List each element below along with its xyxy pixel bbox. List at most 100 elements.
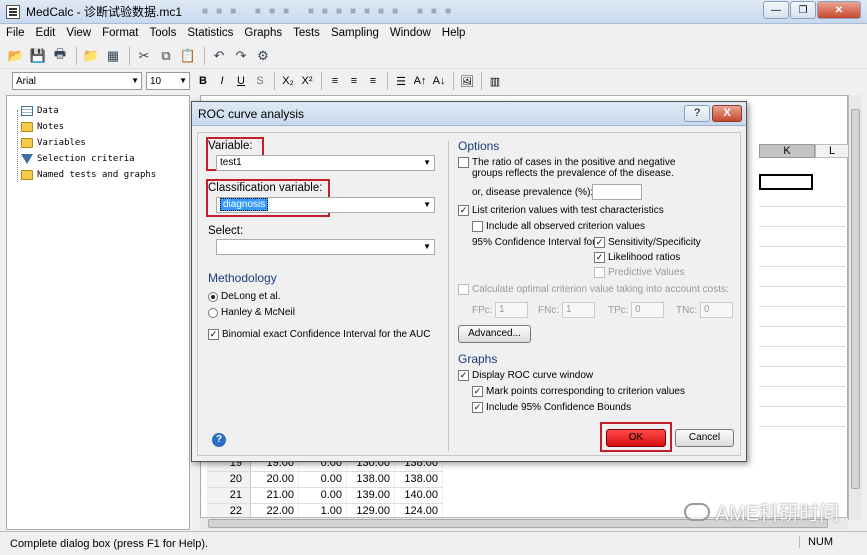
include-bounds-checkbox[interactable]: ✓ Include 95% Confidence Bounds [472, 402, 631, 413]
dialog-close-button[interactable]: X [712, 105, 742, 122]
paste-icon[interactable]: 📋 [178, 46, 198, 66]
settings-icon[interactable]: ⚙ [253, 46, 273, 66]
menu-tools[interactable]: Tools [150, 27, 177, 39]
vertical-scrollbar[interactable] [848, 95, 862, 520]
status-text: Complete dialog box (press F1 for Help). [10, 537, 209, 550]
tpc-input[interactable]: 0 [631, 302, 664, 318]
likelihood-ratios-checkbox[interactable]: ✓ Likelihood ratios [594, 252, 680, 263]
scrollbar-thumb[interactable] [851, 109, 860, 489]
window-title: MedCalc - 诊断试验数据.mc1 [26, 5, 183, 19]
menu-file[interactable]: File [6, 27, 25, 39]
cell[interactable]: 138.00 [395, 472, 443, 487]
column-header-l[interactable]: L [815, 144, 849, 158]
tnc-label: TNc: [676, 305, 698, 316]
display-roc-checkbox[interactable]: ✓ Display ROC curve window [458, 370, 593, 381]
redo-icon[interactable]: ↷ [231, 46, 251, 66]
toolbar-separator [453, 72, 454, 90]
advanced-button[interactable]: Advanced... [458, 325, 531, 343]
italic-button[interactable]: I [213, 72, 231, 90]
shrink-font-button[interactable]: A↓ [430, 72, 448, 90]
superscript-button[interactable]: X² [298, 72, 316, 90]
close-window-button[interactable]: ✕ [817, 1, 861, 19]
maximize-button[interactable]: ❐ [790, 1, 816, 19]
strikethrough-button[interactable]: S [251, 72, 269, 90]
undo-icon[interactable]: ↶ [209, 46, 229, 66]
row-number[interactable]: 21 [207, 488, 251, 503]
cut-icon[interactable]: ✂ [134, 46, 154, 66]
prevalence-ratio-checkbox[interactable]: The ratio of cases in the positive and n… [458, 157, 675, 179]
mark-points-checkbox[interactable]: ✓ Mark points corresponding to criterion… [472, 386, 685, 397]
bold-button[interactable]: B [194, 72, 212, 90]
align-left-icon[interactable]: ≡ [326, 72, 344, 90]
cell[interactable]: 0.00 [299, 472, 347, 487]
align-right-icon[interactable]: ≡ [364, 72, 382, 90]
optimal-criterion-checkbox[interactable]: Calculate optimal criterion value taking… [458, 284, 729, 295]
binomial-ci-checkbox[interactable]: ✓ Binomial exact Confidence Interval for… [208, 329, 430, 340]
save-icon[interactable]: 💾 [28, 46, 48, 66]
cell[interactable]: 21.00 [251, 488, 299, 503]
method-hanley-radio[interactable]: Hanley & McNeil [208, 307, 295, 318]
fnc-input[interactable]: 1 [562, 302, 595, 318]
tnc-input[interactable]: 0 [700, 302, 733, 318]
tree-item-label: Variables [37, 138, 86, 148]
predictive-values-checkbox[interactable]: Predictive Values [594, 267, 685, 278]
chart-icon[interactable]: ▥ [486, 72, 504, 90]
cell[interactable]: 140.00 [395, 488, 443, 503]
menu-format[interactable]: Format [102, 27, 138, 39]
menu-graphs[interactable]: Graphs [244, 27, 282, 39]
open-folder-icon[interactable]: 📂 [6, 46, 26, 66]
cancel-button[interactable]: Cancel [675, 429, 734, 447]
prevalence-input[interactable] [592, 184, 642, 200]
cell[interactable]: 20.00 [251, 472, 299, 487]
select-criteria-input[interactable]: ▼ [216, 239, 435, 255]
dialog-help-button[interactable]: ? [684, 105, 710, 122]
classification-select[interactable]: diagnosis ▼ [216, 197, 435, 213]
underline-button[interactable]: U [232, 72, 250, 90]
toolbar-separator [129, 46, 130, 65]
toolbar-separator [76, 46, 77, 65]
font-name-select[interactable]: Arial ▼ [12, 72, 142, 90]
insert-image-icon[interactable]: 🖼 [458, 72, 476, 90]
grow-font-button[interactable]: A↑ [411, 72, 429, 90]
cell[interactable]: 139.00 [347, 488, 395, 503]
table-row[interactable]: 20 20.00 0.00 138.00 138.00 [207, 472, 443, 488]
tree-item-variables[interactable]: Variables [21, 138, 86, 148]
minimize-button[interactable]: — [763, 1, 789, 19]
filter-icon [21, 154, 33, 164]
grid-icon[interactable]: ▦ [103, 46, 123, 66]
tree-item-selection-criteria[interactable]: Selection criteria [21, 154, 135, 164]
font-size-select[interactable]: 10 ▼ [146, 72, 190, 90]
tree-item-notes[interactable]: Notes [21, 122, 64, 132]
menu-edit[interactable]: Edit [36, 27, 56, 39]
cell[interactable]: 0.00 [299, 488, 347, 503]
row-number[interactable]: 20 [207, 472, 251, 487]
print-icon[interactable]: 🖶 [50, 46, 70, 66]
menu-sampling[interactable]: Sampling [331, 27, 379, 39]
ok-button[interactable]: OK [606, 429, 666, 447]
align-center-icon[interactable]: ≡ [345, 72, 363, 90]
checkbox-label: Sensitivity/Specificity [608, 237, 701, 248]
menu-window[interactable]: Window [390, 27, 431, 39]
tree-item-data[interactable]: Data [21, 106, 59, 116]
prevalence-label: or, disease prevalence (%): [472, 187, 594, 198]
menu-tests[interactable]: Tests [293, 27, 320, 39]
cell[interactable]: 138.00 [347, 472, 395, 487]
fpc-input[interactable]: 1 [495, 302, 528, 318]
table-row[interactable]: 21 21.00 0.00 139.00 140.00 [207, 488, 443, 504]
tree-item-named-tests[interactable]: Named tests and graphs [21, 170, 156, 180]
list-criterion-checkbox[interactable]: ✓ List criterion values with test charac… [458, 205, 664, 216]
bullet-list-icon[interactable]: ☰ [392, 72, 410, 90]
include-all-criterion-checkbox[interactable]: Include all observed criterion values [472, 221, 645, 232]
menu-statistics[interactable]: Statistics [187, 27, 233, 39]
variable-select[interactable]: test1 ▼ [216, 155, 435, 171]
method-delong-radio[interactable]: DeLong et al. [208, 291, 281, 302]
open-icon[interactable]: 📁 [81, 46, 101, 66]
sensitivity-specificity-checkbox[interactable]: ✓ Sensitivity/Specificity [594, 237, 701, 248]
menu-help[interactable]: Help [442, 27, 466, 39]
selected-cell[interactable] [759, 174, 813, 190]
help-icon[interactable]: ? [212, 433, 226, 447]
menu-view[interactable]: View [66, 27, 91, 39]
column-header-k[interactable]: K [759, 144, 815, 158]
subscript-button[interactable]: X₂ [279, 72, 297, 90]
copy-icon[interactable]: ⧉ [156, 46, 176, 66]
